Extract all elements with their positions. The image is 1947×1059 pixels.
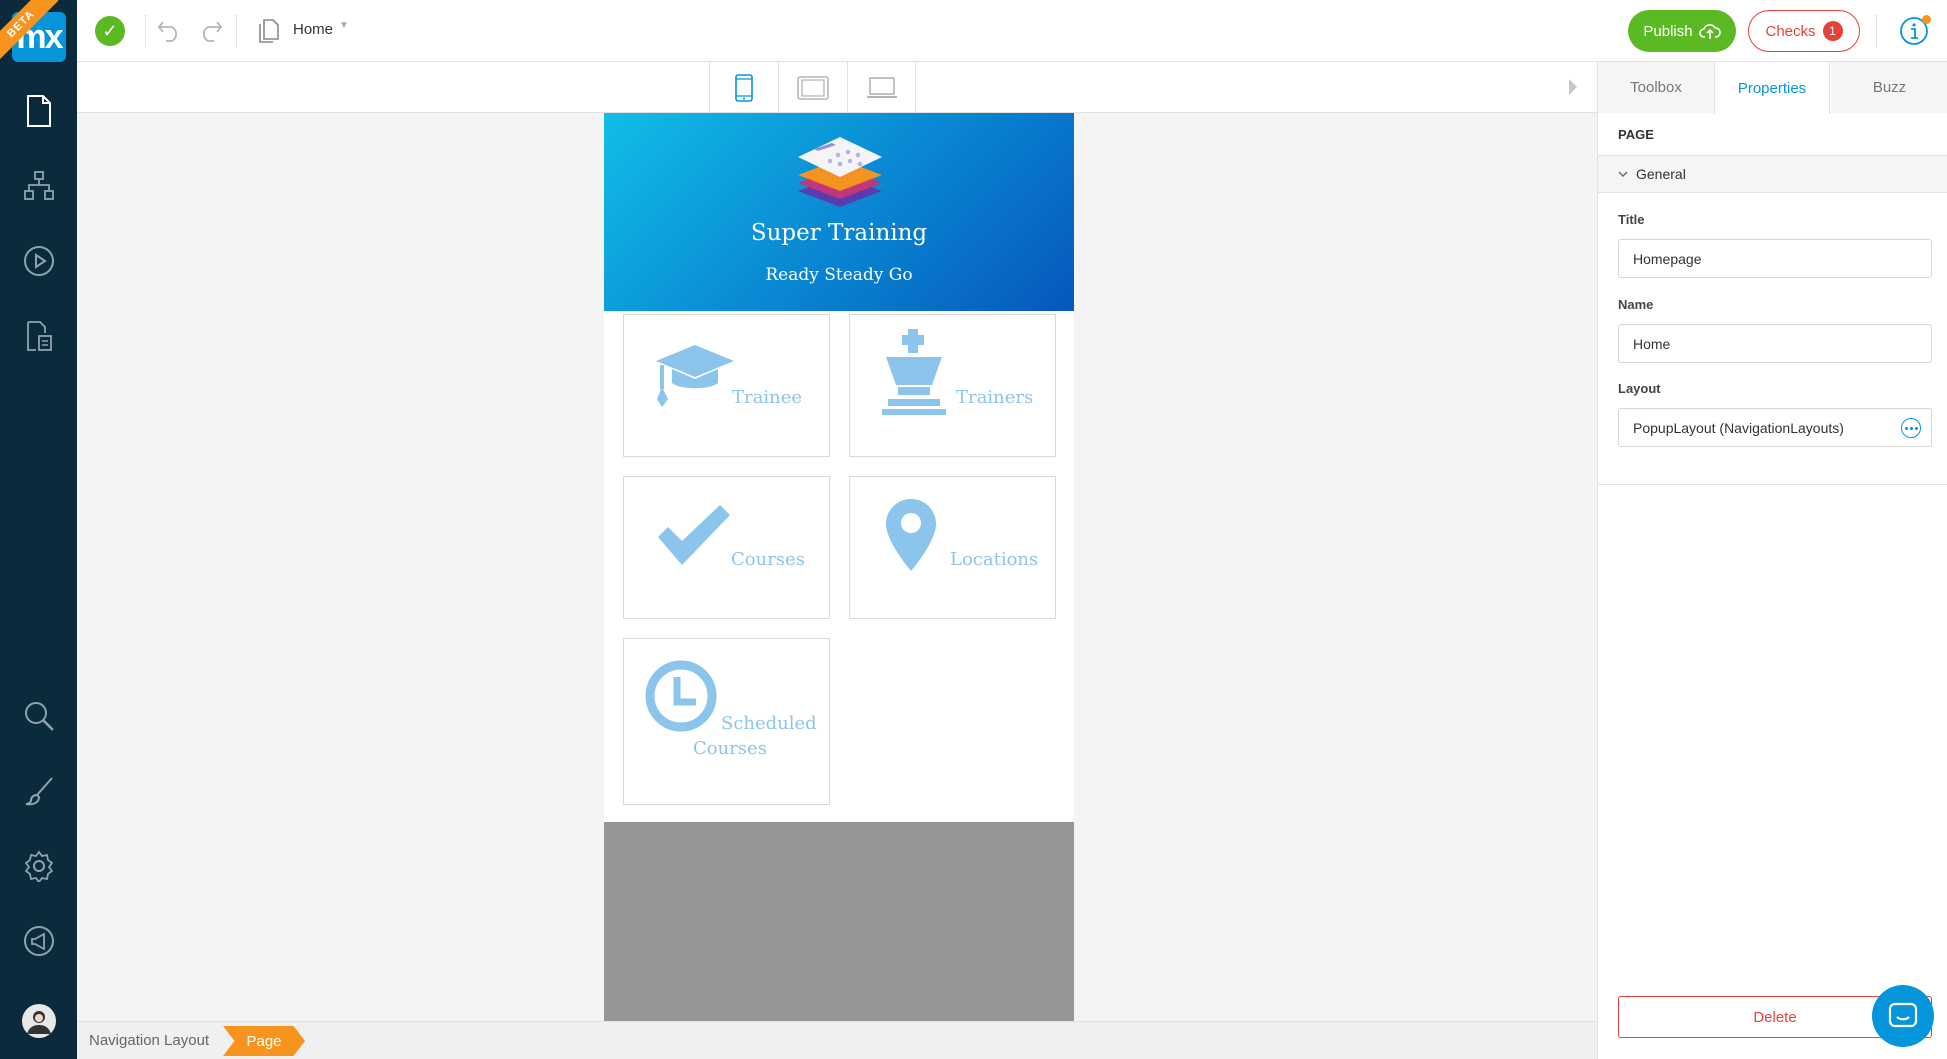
domain-model-icon[interactable] [19,166,59,206]
collapse-arrow-icon[interactable] [1569,79,1577,95]
tile-locations[interactable]: Locations [849,476,1056,619]
properties-panel: Toolbox Properties Buzz PAGE General Tit… [1597,62,1947,1059]
undo-icon[interactable] [154,15,186,47]
layout-value: PopupLayout (NavigationLayouts) [1633,420,1844,436]
more-options-icon[interactable] [1901,418,1921,438]
breadcrumb: Navigation Layout Page [77,1021,1597,1059]
tablet-view-tab[interactable] [778,62,847,113]
app-subtitle: Ready Steady Go [765,265,913,285]
group-title: General [1636,166,1686,182]
tile-label: Scheduled [721,713,817,734]
notification-dot [1922,15,1931,24]
run-icon[interactable] [19,241,59,281]
panel-tabs: Toolbox Properties Buzz [1598,62,1947,114]
name-field[interactable]: Home [1618,324,1932,363]
map-pin-icon [886,499,936,571]
document-icon [253,15,285,47]
phone-preview[interactable]: Super Training Ready Steady Go Trainee T… [604,113,1074,1021]
layout-field[interactable]: PopupLayout (NavigationLayouts) [1618,408,1932,447]
laptop-icon [866,76,897,98]
tile-label: Trainee [732,387,802,408]
toolbar-divider [1876,15,1877,47]
layout-label: Layout [1618,381,1661,396]
phone-footer-area [604,822,1074,1021]
megaphone-icon[interactable] [19,921,59,961]
phone-view-tab[interactable] [709,62,778,113]
page-icon[interactable] [19,91,59,131]
checkmark-icon [658,505,730,565]
clock-icon [645,660,717,732]
tile-courses[interactable]: Courses [623,476,830,619]
tile-scheduled-courses[interactable]: Scheduled Courses [623,638,830,805]
app-title: Super Training [750,220,928,246]
tile-label: Courses [731,549,805,570]
top-toolbar: ✓ Home ▼ Publish Checks 1 [77,0,1947,62]
gear-icon[interactable] [19,846,59,886]
redo-icon[interactable] [194,15,226,47]
chevron-down-icon [1618,171,1628,177]
brush-icon[interactable] [19,771,59,811]
chevron-down-icon[interactable]: ▼ [339,20,349,31]
group-general[interactable]: General [1598,156,1947,193]
document-name[interactable]: Home [293,21,333,38]
user-avatar[interactable] [19,1001,59,1041]
search-icon[interactable] [19,696,59,736]
mendix-logo[interactable]: mx BETA [0,0,77,77]
breadcrumb-page[interactable]: Page [223,1026,305,1056]
section-title: PAGE [1598,113,1947,156]
tablet-icon [797,75,829,100]
breadcrumb-navigation-layout[interactable]: Navigation Layout [89,1032,209,1049]
tab-buzz[interactable]: Buzz [1831,62,1947,113]
phone-icon [735,73,753,102]
tile-trainers[interactable]: Trainers [849,314,1056,457]
checks-button[interactable]: Checks 1 [1748,10,1860,52]
checks-label: Checks [1765,22,1816,40]
tab-properties[interactable]: Properties [1714,62,1830,114]
graduation-cap-icon [656,345,734,407]
title-label: Title [1618,212,1645,227]
page-canvas: Super Training Ready Steady Go Trainee T… [77,113,1597,1021]
publish-button[interactable]: Publish [1628,10,1736,52]
app-explorer-icon[interactable] [19,316,59,356]
check-status-icon[interactable]: ✓ [95,16,125,46]
title-field[interactable]: Homepage [1618,239,1932,278]
tile-label: Courses [693,738,767,759]
left-navigation: mx BETA [0,0,77,1059]
panel-divider [1598,484,1947,485]
chess-king-icon [882,329,946,415]
device-toolbar [77,62,1597,113]
checks-count-badge: 1 [1822,21,1843,41]
publish-label: Publish [1643,22,1693,40]
tile-label: Trainers [956,387,1034,408]
desktop-view-tab[interactable] [847,62,916,113]
app-logo-icon [798,137,882,207]
toolbar-divider [236,15,237,47]
tile-trainee[interactable]: Trainee [623,314,830,457]
cloud-upload-icon [1698,24,1721,39]
name-label: Name [1618,297,1654,312]
tab-toolbox[interactable]: Toolbox [1598,62,1714,113]
tile-label: Locations [950,549,1039,570]
toolbar-divider [145,15,146,47]
chat-icon[interactable] [1872,985,1934,1047]
app-header: Super Training Ready Steady Go [604,113,1074,311]
